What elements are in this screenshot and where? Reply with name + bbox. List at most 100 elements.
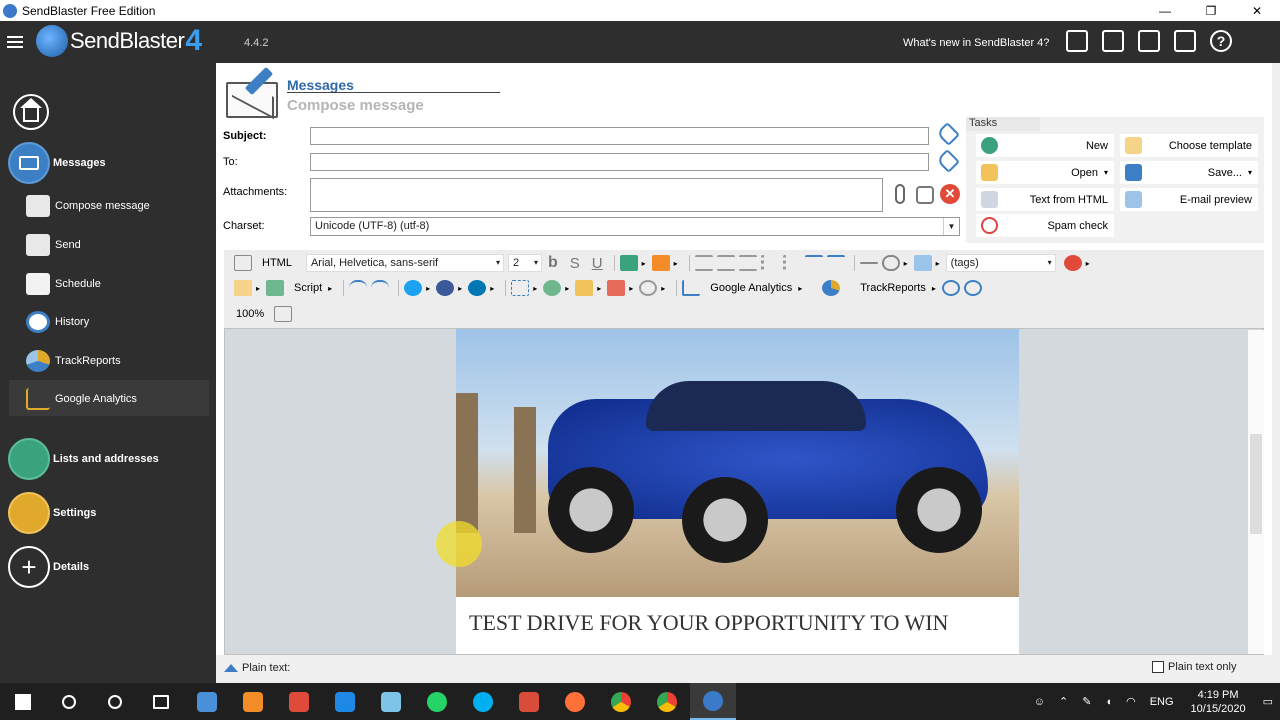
twitter-icon[interactable]	[404, 280, 423, 296]
font-size-select[interactable]: 2 ▾	[507, 254, 542, 272]
skype-icon[interactable]	[460, 683, 506, 720]
plain-text-only-checkbox[interactable]: Plain text only	[1152, 661, 1236, 673]
cortana-icon[interactable]	[92, 683, 138, 720]
chrome-icon[interactable]	[598, 683, 644, 720]
google-analytics-button[interactable]: Google Analytics	[710, 282, 792, 294]
whatsapp-icon[interactable]	[414, 683, 460, 720]
car-image[interactable]	[456, 329, 1019, 597]
trackreports-icon[interactable]	[822, 280, 841, 296]
text-color-icon[interactable]	[619, 255, 638, 271]
google-analytics-icon[interactable]	[682, 280, 701, 296]
bold-button[interactable]: b	[548, 254, 558, 272]
clock[interactable]: 4:19 PM 10/15/2020	[1191, 688, 1246, 716]
horizontal-rule-icon[interactable]	[859, 262, 878, 264]
sidebar-item-settings[interactable]: Settings	[8, 492, 96, 534]
align-left-icon[interactable]	[694, 255, 713, 271]
to-input[interactable]	[310, 153, 929, 171]
taskbar-app-icon[interactable]	[322, 683, 368, 720]
zoom-out-icon[interactable]	[941, 280, 960, 296]
email-body[interactable]: TEST DRIVE FOR YOUR OPPORTUNITY TO WIN	[456, 329, 1019, 654]
widgets-icon[interactable]	[607, 280, 626, 296]
linkedin-icon[interactable]	[468, 280, 487, 296]
sidebar-item-schedule[interactable]: Schedule	[26, 273, 101, 295]
attachments-field[interactable]	[310, 178, 883, 212]
search-icon[interactable]	[46, 683, 92, 720]
sidebar-item-lists[interactable]: Lists and addresses	[8, 438, 159, 480]
scrollbar-thumb[interactable]	[1250, 434, 1262, 534]
save-button[interactable]: Save... ▾	[1120, 161, 1258, 184]
script-button[interactable]: Script	[294, 282, 322, 294]
align-center-icon[interactable]	[716, 255, 735, 271]
highlight-icon[interactable]	[651, 255, 670, 271]
chrome-icon[interactable]	[644, 683, 690, 720]
plain-text-toggle[interactable]: Plain text:	[224, 662, 290, 674]
background-color-icon[interactable]	[234, 280, 252, 296]
email-preview-button[interactable]: E-mail preview	[1120, 188, 1258, 211]
sidebar-item-compose[interactable]: Compose message	[26, 195, 150, 217]
notifications-icon[interactable]: ▭	[1263, 695, 1273, 708]
restore-button[interactable]: ❐	[1188, 0, 1234, 21]
new-button[interactable]: New	[976, 134, 1114, 157]
sidebar-item-details[interactable]: + Details	[8, 546, 89, 588]
start-button[interactable]	[0, 683, 46, 720]
emoji-icon[interactable]	[575, 280, 594, 296]
html-source-icon[interactable]	[234, 255, 252, 271]
indent-icon[interactable]	[804, 255, 823, 271]
firefox-icon[interactable]	[552, 683, 598, 720]
taskbar-app-icon[interactable]	[276, 683, 322, 720]
blocks-icon[interactable]	[266, 280, 285, 296]
image-icon[interactable]	[913, 255, 932, 271]
redo-icon[interactable]	[371, 280, 390, 296]
form-icon[interactable]	[639, 280, 658, 296]
link-icon[interactable]	[881, 255, 900, 271]
remove-attachment-icon[interactable]: ✕	[940, 184, 960, 204]
open-button[interactable]: Open ▾	[976, 161, 1114, 184]
bullet-list-icon[interactable]	[760, 255, 779, 271]
taskbar-app-icon[interactable]	[184, 683, 230, 720]
whats-new-link[interactable]: What's new in SendBlaster 4?	[903, 37, 1049, 49]
trackreports-button[interactable]: TrackReports	[860, 282, 926, 294]
undo-icon[interactable]	[349, 280, 368, 296]
video-icon[interactable]	[543, 280, 562, 296]
cart-icon[interactable]	[1066, 30, 1088, 52]
attach-file-icon[interactable]	[916, 186, 934, 204]
sidebar-item-send[interactable]: Send	[26, 234, 81, 256]
underline-button[interactable]: U	[592, 255, 603, 272]
paperclip-icon[interactable]	[895, 184, 905, 204]
close-button[interactable]: ✕	[1234, 0, 1280, 21]
text-from-html-button[interactable]: Text from HTML	[976, 188, 1114, 211]
sidebar-item-google-analytics[interactable]: Google Analytics	[26, 388, 137, 410]
email-heading[interactable]: TEST DRIVE FOR YOUR OPPORTUNITY TO WIN	[469, 610, 948, 636]
font-select[interactable]: Arial, Helvetica, sans-serif ▾	[305, 254, 504, 272]
wifi-icon[interactable]: ◠	[1126, 695, 1136, 708]
table-icon[interactable]	[511, 280, 530, 296]
spam-check-button[interactable]: Spam check	[976, 214, 1114, 237]
taskbar-app-icon[interactable]	[506, 683, 552, 720]
editor-canvas[interactable]: TEST DRIVE FOR YOUR OPPORTUNITY TO WIN	[224, 328, 1264, 655]
chevron-up-icon[interactable]: ⌃	[1059, 695, 1068, 708]
zoom-in-icon[interactable]	[963, 280, 982, 296]
tags-select[interactable]: (tags) ▾	[945, 254, 1056, 272]
minimize-button[interactable]: —	[1142, 0, 1188, 21]
contacts-icon[interactable]	[1138, 30, 1160, 52]
help-icon[interactable]: ?	[1210, 30, 1232, 52]
volume-icon[interactable]: ◖	[1105, 696, 1112, 708]
strikethrough-button[interactable]: S	[570, 255, 580, 272]
charset-select[interactable]: Unicode (UTF-8) (utf-8) ▼	[310, 217, 960, 236]
taskbar-app-icon[interactable]	[230, 683, 276, 720]
home-icon[interactable]	[13, 94, 49, 130]
html-button[interactable]: HTML	[262, 257, 292, 269]
sidebar-item-history[interactable]: History	[26, 311, 89, 333]
sidebar-item-messages[interactable]: Messages	[8, 142, 106, 184]
film-icon[interactable]	[1174, 30, 1196, 52]
align-right-icon[interactable]	[738, 255, 757, 271]
language-indicator[interactable]: ENG	[1150, 696, 1174, 708]
print-icon[interactable]	[274, 306, 293, 322]
hamburger-menu-icon[interactable]	[7, 33, 23, 51]
sendblaster-taskbar-icon[interactable]	[690, 683, 736, 720]
personalize-icon[interactable]	[1063, 255, 1082, 271]
subject-input[interactable]	[310, 127, 929, 145]
people-icon[interactable]: ☺	[1034, 696, 1045, 708]
window-scrollbar[interactable]	[1272, 63, 1280, 683]
facebook-icon[interactable]	[436, 280, 455, 296]
